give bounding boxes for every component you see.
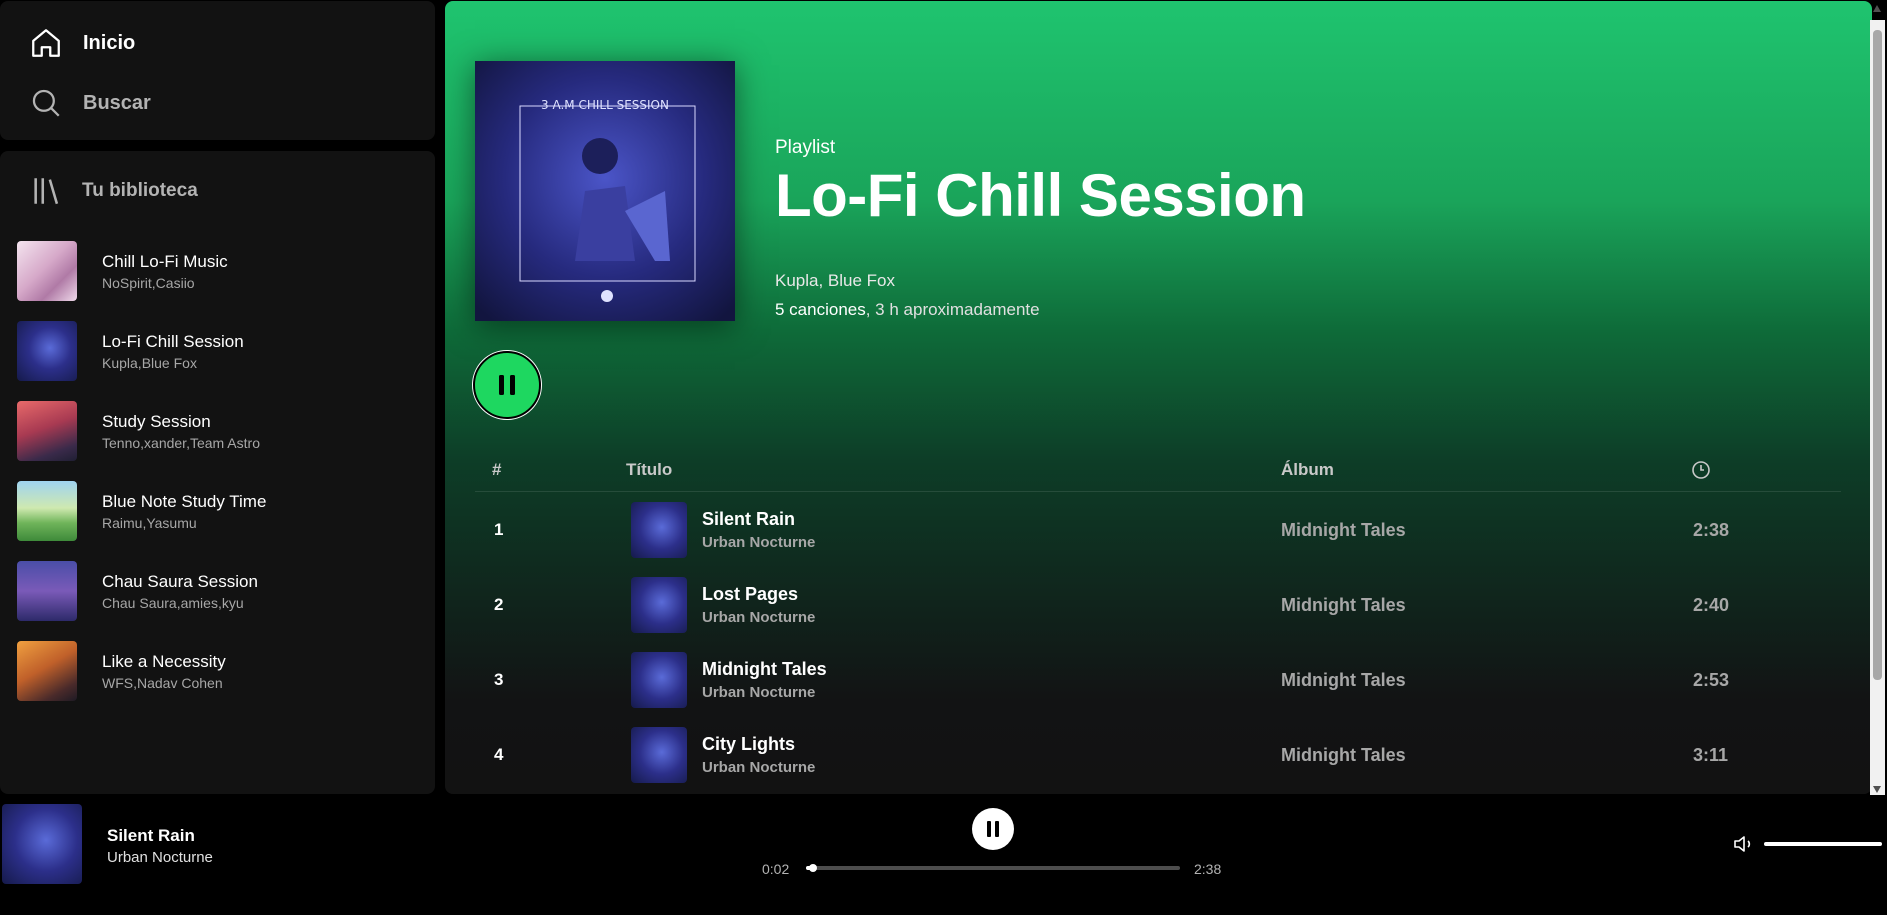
track-duration: 2:53 [1693,670,1730,690]
library-item-subtitle: Tenno,xander,Team Astro [102,434,260,451]
nav-home[interactable]: Inicio [0,23,435,63]
total-time: 2:38 [1194,861,1222,877]
library-item-title: Lo-Fi Chill Session [102,331,244,351]
library-panel: Tu biblioteca Chill Lo-Fi Music NoSpirit,… [0,151,435,794]
now-playing-thumbnail[interactable] [2,804,82,884]
table-row[interactable]: 2 Lost Pages Urban Nocturne Midnight Tal… [475,567,1841,642]
playlist-view: 3 A.M CHILL SESSION Playlist Lo-Fi Chill… [445,1,1872,794]
volume-slider[interactable] [1764,842,1882,846]
track-title: City Lights [702,734,795,754]
library-item-title: Like a Necessity [102,651,226,671]
track-artist[interactable]: Urban Nocturne [702,534,815,551]
scrollbar[interactable] [1870,5,1885,795]
track-artist[interactable]: Urban Nocturne [702,684,815,701]
library-item-subtitle: Kupla,Blue Fox [102,354,197,371]
library-item-subtitle: Chau Saura,amies,kyu [102,594,244,611]
progress-bar[interactable] [806,864,1180,872]
playlist-thumbnail [17,241,77,301]
pause-icon [499,375,515,395]
playlist-thumbnail [17,561,77,621]
track-album[interactable]: Midnight Tales [1281,745,1406,766]
playlist-thumbnail [17,401,77,461]
cover-text: 3 A.M CHILL SESSION [541,98,669,112]
library-item[interactable]: Blue Note Study Time Raimu,Yasumu [0,471,435,551]
nav-home-label: Inicio [83,31,136,54]
home-icon [32,29,60,57]
playlist-meta: 5 canciones, 3 h aproximadamente [775,300,1040,320]
library-item-subtitle: Raimu,Yasumu [102,514,197,531]
track-duration: 3:11 [1693,745,1729,765]
nav-search-label: Buscar [83,91,151,114]
track-album[interactable]: Midnight Tales [1281,595,1406,616]
track-number: 4 [494,745,504,764]
playlist-duration: , 3 h aproximadamente [865,300,1040,319]
library-item[interactable]: Like a Necessity WFS,Nadav Cohen [0,631,435,711]
library-item-title: Chau Saura Session [102,571,258,591]
scrollbar-thumb[interactable] [1873,30,1882,680]
track-number: 1 [494,520,504,539]
track-artist[interactable]: Urban Nocturne [702,609,815,626]
column-album: Álbum [1281,460,1334,479]
library-header[interactable]: Tu biblioteca [0,151,435,231]
track-duration: 2:40 [1693,595,1730,615]
library-item[interactable]: Lo-Fi Chill Session Kupla,Blue Fox [0,311,435,391]
clock-icon [1692,461,1710,479]
library-title: Tu biblioteca [82,180,198,201]
track-table-header: # Título Álbum [475,448,1841,492]
playlist-type: Playlist [775,137,836,158]
library-item-subtitle: NoSpirit,Casiio [102,274,195,291]
track-thumbnail [631,727,687,783]
library-icon [34,178,59,205]
column-number: # [492,460,502,479]
track-title: Midnight Tales [702,659,827,679]
track-artist[interactable]: Urban Nocturne [702,759,815,776]
playlist-thumbnail [17,321,77,381]
track-title: Silent Rain [702,509,796,529]
progress-handle[interactable] [808,864,817,872]
library-item[interactable]: Chill Lo-Fi Music NoSpirit,Casiio [0,231,435,311]
track-thumbnail [631,502,687,558]
player-pause-button[interactable] [972,808,1014,850]
playlist-thumbnail [17,481,77,541]
track-title: Lost Pages [702,584,799,604]
table-row[interactable]: 3 Midnight Tales Urban Nocturne Midnight… [475,642,1841,717]
track-duration: 2:38 [1693,520,1730,540]
playlist-pause-button[interactable] [473,351,541,419]
library-item-title: Chill Lo-Fi Music [102,251,228,271]
top-nav: Inicio Buscar [0,1,435,140]
column-title: Título [626,460,673,479]
track-album[interactable]: Midnight Tales [1281,520,1406,541]
table-row[interactable]: 4 City Lights Urban Nocturne Midnight Ta… [475,717,1841,792]
scroll-down-arrow[interactable] [1873,786,1881,793]
search-icon [32,89,60,117]
playlist-thumbnail [17,641,77,701]
library-item[interactable]: Chau Saura Session Chau Saura,amies,kyu [0,551,435,631]
nav-search[interactable]: Buscar [0,83,435,123]
library-item-title: Study Session [102,411,211,431]
volume-icon[interactable] [1732,832,1756,856]
playlist-owners: Kupla, Blue Fox [775,271,896,290]
player-bar: Silent Rain Urban Nocturne 0:02 2:38 [0,796,1887,915]
table-row[interactable]: 1 Silent Rain Urban Nocturne Midnight Ta… [475,492,1841,567]
track-album[interactable]: Midnight Tales [1281,670,1406,691]
now-playing-artist[interactable]: Urban Nocturne [107,849,213,866]
song-count: 5 canciones [775,300,866,319]
pause-icon [987,821,999,837]
library-item[interactable]: Study Session Tenno,xander,Team Astro [0,391,435,471]
track-thumbnail [631,652,687,708]
page-title: Lo-Fi Chill Session [775,162,1306,229]
playlist-cover: 3 A.M CHILL SESSION [475,61,735,321]
current-time: 0:02 [762,861,790,877]
track-number: 2 [494,595,504,614]
scroll-up-arrow[interactable] [1873,5,1881,12]
track-thumbnail [631,577,687,633]
now-playing-title[interactable]: Silent Rain [107,826,195,846]
library-item-subtitle: WFS,Nadav Cohen [102,674,223,691]
library-item-title: Blue Note Study Time [102,491,267,511]
track-number: 3 [494,670,504,689]
